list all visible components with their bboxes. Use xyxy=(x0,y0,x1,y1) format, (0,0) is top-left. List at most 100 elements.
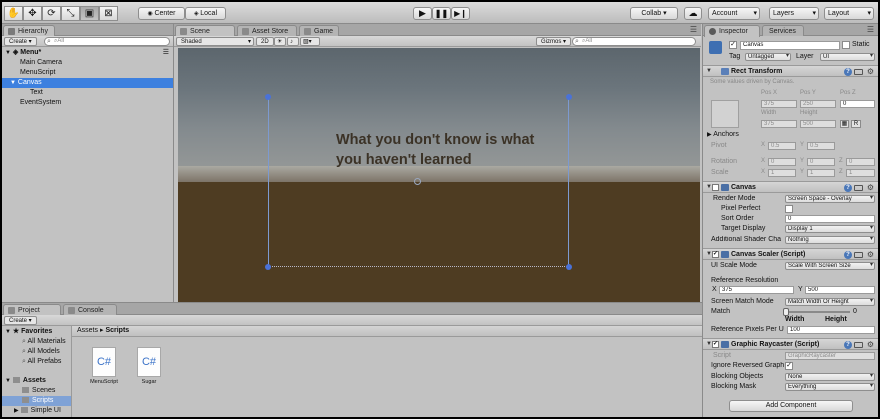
help-icon[interactable]: ? xyxy=(844,341,852,349)
2d-toggle[interactable]: 2D xyxy=(256,37,274,46)
component-enabled-checkbox[interactable]: ✓ xyxy=(712,251,719,258)
anchor-presets-icon[interactable] xyxy=(711,100,739,128)
pivot-y-field[interactable]: 0.5 xyxy=(807,142,835,150)
hierarchy-search-input[interactable]: ⌕All xyxy=(44,37,170,46)
reference-pixels-field[interactable]: 100 xyxy=(787,326,875,334)
canvas-component-header[interactable]: ▼ Canvas? ⚙ xyxy=(703,181,878,193)
ignore-reversed-checkbox[interactable]: ✓ xyxy=(785,362,793,370)
scene-menu-icon[interactable]: ☰ xyxy=(163,48,169,58)
favorites-row[interactable]: ▼ ★ Favorites xyxy=(2,327,71,337)
hierarchy-item-text[interactable]: Text xyxy=(2,88,173,98)
raw-edit-button[interactable]: R xyxy=(851,120,861,128)
assets-row[interactable]: ▼ Assets xyxy=(2,376,71,386)
pos-y-field[interactable]: 250 xyxy=(800,100,836,108)
pos-z-field[interactable]: 0 xyxy=(840,100,875,108)
move-tool-icon[interactable]: ✥ xyxy=(23,6,42,21)
rect-handle-br[interactable] xyxy=(566,264,572,270)
scene-viewport[interactable]: What you don't know is what you haven't … xyxy=(178,48,700,302)
help-icon[interactable]: ? xyxy=(844,184,852,192)
effects-dropdown-icon[interactable]: ▧▾ xyxy=(300,37,320,46)
scale-z-field[interactable]: 1 xyxy=(846,169,875,177)
panel-menu-icon[interactable]: ☰ xyxy=(867,25,874,34)
hierarchy-item-main-camera[interactable]: Main Camera xyxy=(2,58,173,68)
tag-dropdown[interactable]: Untagged xyxy=(745,53,791,61)
folder-scenes[interactable]: Scenes xyxy=(2,386,71,396)
sort-order-field[interactable]: 0 xyxy=(785,215,875,223)
scale-x-field[interactable]: 1 xyxy=(768,169,796,177)
pivot-handle[interactable] xyxy=(414,178,421,185)
match-value[interactable]: 0 xyxy=(853,308,857,315)
anchors-row[interactable]: ▶ Anchors xyxy=(707,131,739,138)
static-checkbox[interactable] xyxy=(842,41,850,49)
height-field[interactable]: 500 xyxy=(800,120,836,128)
play-button[interactable]: ▶ xyxy=(413,7,432,20)
hierarchy-create-button[interactable]: Create ▾ xyxy=(4,37,37,46)
asset-sugar[interactable]: C# Sugar xyxy=(131,347,167,387)
blueprint-mode-icon[interactable]: ▦ xyxy=(840,120,849,128)
gear-icon[interactable]: ⚙ xyxy=(867,249,874,260)
component-enabled-checkbox[interactable]: ✓ xyxy=(712,341,719,348)
tab-game[interactable]: Game xyxy=(299,25,339,36)
canvas-scaler-header[interactable]: ▼ ✓ Canvas Scaler (Script)? ⚙ xyxy=(703,248,878,260)
component-enabled-checkbox[interactable] xyxy=(712,184,719,191)
pixel-perfect-checkbox[interactable] xyxy=(785,205,793,213)
step-button[interactable]: ▶❙ xyxy=(451,7,470,20)
rotation-x-field[interactable]: 0 xyxy=(768,158,796,166)
gear-icon[interactable]: ⚙ xyxy=(867,182,874,193)
rotation-z-field[interactable]: 0 xyxy=(846,158,875,166)
screen-match-mode-dropdown[interactable]: Match Width Or Height xyxy=(785,298,875,306)
layer-dropdown[interactable]: UI xyxy=(820,53,875,61)
tab-services[interactable]: Services xyxy=(762,25,804,36)
help-icon[interactable]: ? xyxy=(844,251,852,259)
layers-dropdown[interactable]: Layers ▾ xyxy=(769,7,819,20)
scale-mode-dropdown[interactable]: Scale With Screen Size xyxy=(785,262,875,270)
pivot-x-field[interactable]: 0.5 xyxy=(768,142,796,150)
preset-icon[interactable] xyxy=(854,185,863,191)
rect-tool-icon[interactable]: ▣ xyxy=(80,6,99,21)
preset-icon[interactable] xyxy=(854,252,863,258)
favorite-all-materials[interactable]: ⌕ All Materials xyxy=(2,337,71,347)
project-create-button[interactable]: Create ▾ xyxy=(4,316,37,325)
folder-scripts[interactable]: Scripts xyxy=(2,396,71,406)
scene-search-input[interactable]: ⌕All xyxy=(572,37,696,46)
render-mode-dropdown[interactable]: Screen Space - Overlay xyxy=(785,195,875,203)
scale-y-field[interactable]: 1 xyxy=(807,169,835,177)
hierarchy-item-menuscript[interactable]: MenuScript xyxy=(2,68,173,78)
object-name-field[interactable]: Canvas xyxy=(740,41,840,50)
breadcrumb-assets[interactable]: Assets xyxy=(77,327,98,334)
reference-resolution-y-field[interactable]: 500 xyxy=(805,286,875,294)
width-field[interactable]: 375 xyxy=(761,120,797,128)
audio-toggle-icon[interactable]: ♪ xyxy=(287,37,299,46)
add-component-button[interactable]: Add Component xyxy=(729,400,853,412)
panel-menu-icon[interactable]: ☰ xyxy=(690,25,697,34)
scale-tool-icon[interactable]: ⤡ xyxy=(61,6,80,21)
blocking-objects-dropdown[interactable]: None xyxy=(785,373,875,381)
layout-dropdown[interactable]: Layout ▾ xyxy=(824,7,874,20)
folder-simple-ui[interactable]: ▶ Simple UI xyxy=(2,406,71,416)
asset-menuscript[interactable]: C# MenuScript xyxy=(86,347,122,387)
reference-resolution-x-field[interactable]: 375 xyxy=(719,286,794,294)
lighting-toggle-icon[interactable]: ☀ xyxy=(274,37,286,46)
tab-console[interactable]: Console xyxy=(63,304,117,315)
cloud-button[interactable]: ☁ xyxy=(684,7,702,20)
shading-mode-dropdown[interactable]: Shaded ▾ xyxy=(176,37,254,46)
help-icon[interactable]: ? xyxy=(844,68,852,76)
tab-inspector[interactable]: Inspector xyxy=(704,25,760,37)
favorite-all-models[interactable]: ⌕ All Models xyxy=(2,347,71,357)
rotation-y-field[interactable]: 0 xyxy=(807,158,835,166)
rect-handle-bl[interactable] xyxy=(265,264,271,270)
pause-button[interactable]: ❚❚ xyxy=(432,7,451,20)
gizmos-dropdown[interactable]: Gizmos ▾ xyxy=(536,37,572,46)
graphic-raycaster-header[interactable]: ▼ ✓ Graphic Raycaster (Script)? ⚙ xyxy=(703,338,878,350)
favorite-all-prefabs[interactable]: ⌕ All Prefabs xyxy=(2,357,71,367)
match-slider-track[interactable] xyxy=(785,311,850,313)
match-slider-thumb[interactable] xyxy=(783,308,789,316)
additional-shader-dropdown[interactable]: Nothing xyxy=(785,236,875,244)
blocking-mask-dropdown[interactable]: Everything xyxy=(785,383,875,391)
tab-asset-store[interactable]: Asset Store xyxy=(237,25,297,36)
collab-button[interactable]: Collab ▾ xyxy=(630,7,678,20)
pos-x-field[interactable]: 375 xyxy=(761,100,797,108)
rect-handle-tr[interactable] xyxy=(566,94,572,100)
pivot-local-button[interactable]: ◈ Local xyxy=(185,7,226,20)
preset-icon[interactable] xyxy=(854,342,863,348)
